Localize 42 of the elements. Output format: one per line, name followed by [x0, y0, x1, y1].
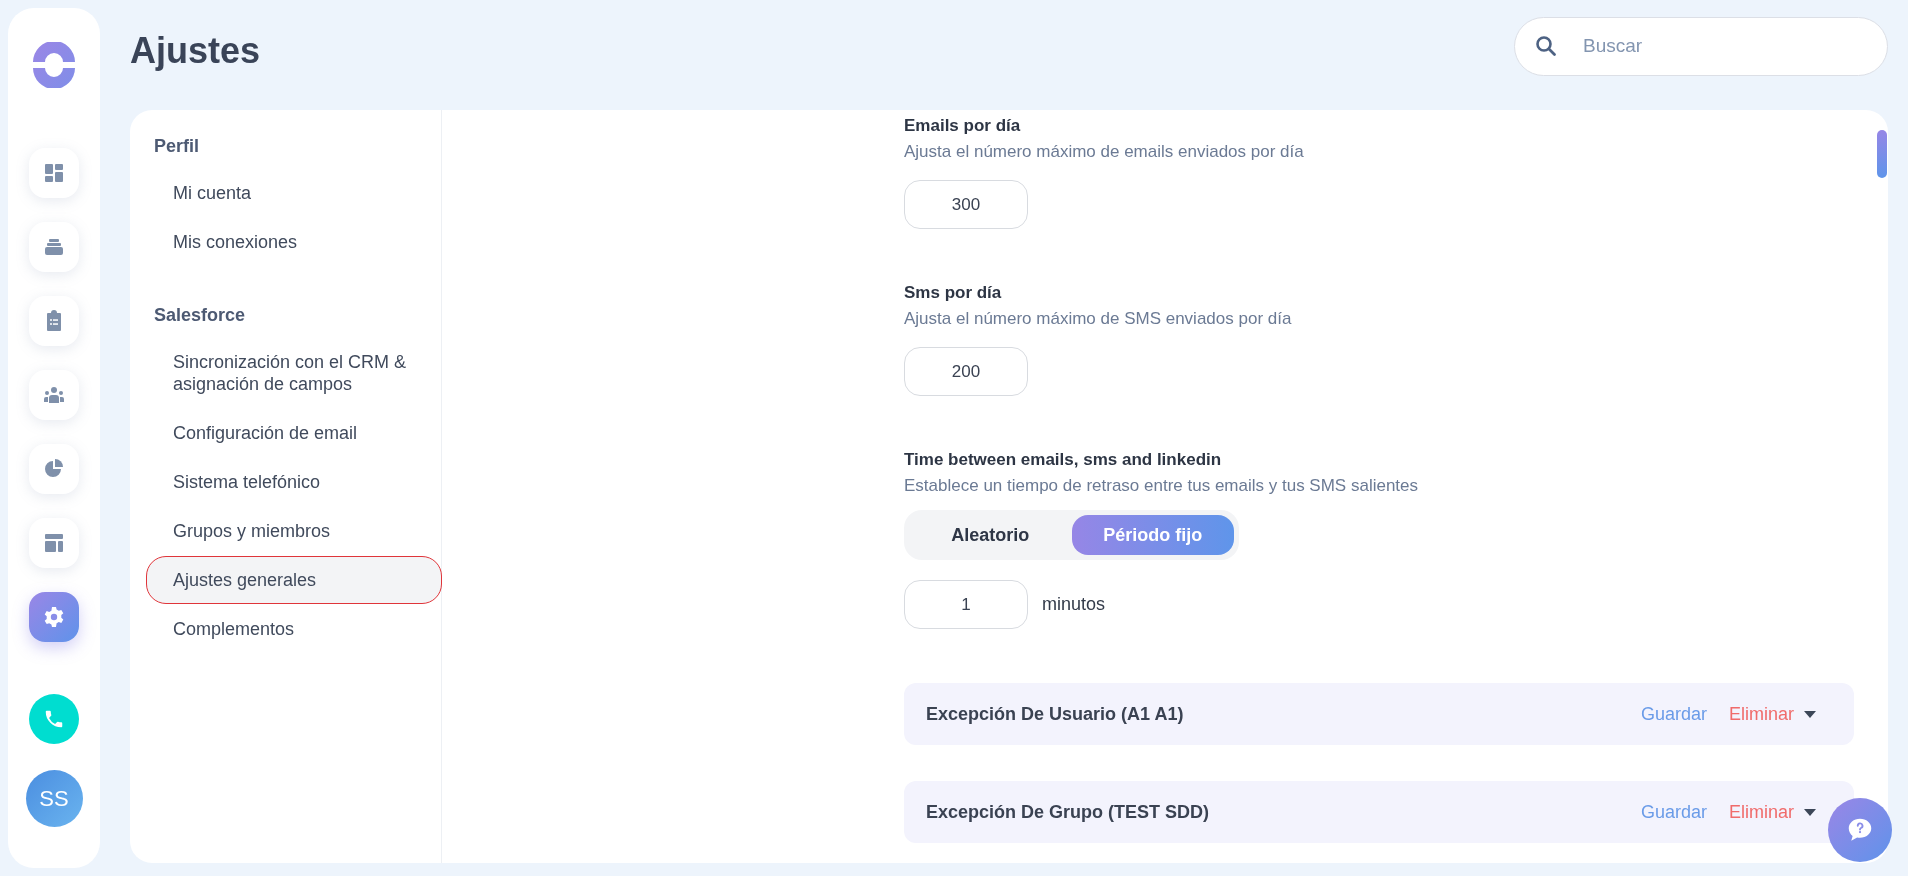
phone-button[interactable] [29, 694, 79, 744]
caret-icon[interactable] [1804, 808, 1816, 816]
number-field[interactable]: 1 [904, 580, 1028, 629]
setting-description: Establece un tiempo de retraso entre tus emails y tus SMS salientes [904, 476, 1420, 496]
nav-button[interactable] [29, 370, 79, 420]
exception-title: Excepción De Usuario (A1 A1) [926, 703, 1185, 725]
scrollbar-thumb[interactable] [1877, 130, 1887, 178]
setting-title: Emails por día [904, 116, 1022, 136]
exception-title: Excepción De Grupo (TEST SDD) [926, 801, 1211, 823]
nav-button[interactable] [29, 296, 79, 346]
nav-button[interactable] [29, 444, 79, 494]
menu-item[interactable]: Grupos y miembros [146, 507, 442, 555]
page-title: Ajustes [130, 30, 261, 72]
settings-icon [42, 605, 66, 629]
settings-button[interactable] [29, 592, 79, 642]
setting-description: Ajusta el número máximo de emails enviados por día [904, 142, 1305, 162]
menu-item[interactable]: Configuración de email [146, 409, 442, 457]
logo-icon [31, 42, 77, 88]
phone-icon [43, 708, 65, 730]
menu-item[interactable]: Complementos [146, 605, 442, 653]
search-field[interactable]: Buscar [1514, 16, 1888, 76]
menu-item[interactable]: Sistema telefónico [146, 458, 442, 506]
search-icon [1534, 33, 1558, 58]
menu-item[interactable]: Ajustes generales [146, 556, 442, 604]
menu-item[interactable]: Sincronización con el CRM & asignación de campos [146, 338, 442, 408]
nav-button[interactable] [29, 518, 79, 568]
nav-button[interactable] [29, 222, 79, 272]
nav-button[interactable] [29, 148, 79, 198]
layout-icon [42, 531, 66, 555]
setting-description: Ajusta el número máximo de SMS enviados por día [904, 309, 1293, 329]
number-field[interactable]: 300 [904, 180, 1028, 229]
menu-heading: Perfil [153, 136, 201, 157]
menu-heading: Salesforce [153, 305, 247, 326]
caret-icon[interactable] [1804, 710, 1816, 718]
dashboard-icon [42, 161, 66, 185]
segment-option[interactable]: Aleatorio [909, 515, 1072, 555]
number-field[interactable]: 200 [904, 347, 1028, 396]
setting-title: Sms por día [904, 283, 1003, 303]
menu-item[interactable]: Mis conexiones [146, 218, 442, 266]
setting-title: Time between emails, sms and linkedin [904, 450, 1223, 470]
menu-item[interactable]: Mi cuenta [146, 169, 442, 217]
unit-label: minutos [1042, 594, 1106, 615]
